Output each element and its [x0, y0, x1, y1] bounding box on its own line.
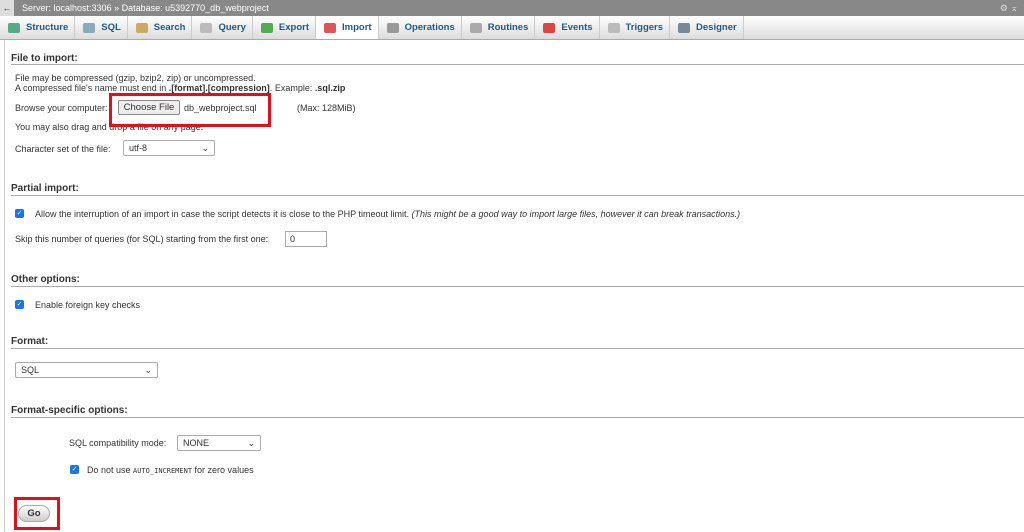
- tab-label: Structure: [26, 22, 69, 33]
- import-form: File to import: File may be compressed (…: [4, 40, 1024, 532]
- divider: [11, 348, 1024, 349]
- tab-label: SQL: [101, 22, 121, 33]
- tab-export[interactable]: Export: [253, 16, 317, 39]
- max-size: (Max: 128MiB): [297, 103, 356, 113]
- browse-label: Browse your computer:: [15, 103, 108, 113]
- tab-label: Operations: [404, 22, 455, 33]
- compression-note: File may be compressed (gzip, bzip2, zip…: [15, 73, 256, 83]
- tab-label: Triggers: [625, 22, 664, 33]
- chevron-down-icon: ⌄: [144, 365, 152, 375]
- structure-icon: [8, 22, 20, 33]
- tab-label: Designer: [696, 22, 737, 33]
- allow-interrupt-checkbox[interactable]: ✓: [15, 209, 24, 218]
- highlight-box: [109, 93, 271, 127]
- tab-sql[interactable]: SQL: [75, 16, 128, 39]
- compat-label: SQL compatibility mode:: [69, 438, 167, 448]
- skip-queries-input[interactable]: 0: [285, 231, 327, 247]
- tab-label: Events: [561, 22, 593, 33]
- breadcrumb-database[interactable]: Database: u5392770_db_webproject: [122, 3, 269, 13]
- auto-increment-label: Do not use AUTO_INCREMENT for zero value…: [87, 465, 254, 475]
- query-icon: [200, 22, 213, 33]
- charset-label: Character set of the file:: [15, 144, 111, 154]
- import-icon: [324, 22, 337, 33]
- breadcrumb-separator: »: [114, 3, 120, 13]
- highlight-box: [14, 497, 60, 530]
- tab-triggers[interactable]: Triggers: [600, 16, 671, 39]
- allow-interrupt-label: Allow the interruption of an import in c…: [35, 209, 741, 219]
- back-button[interactable]: ←: [0, 0, 14, 16]
- tab-import[interactable]: Import: [316, 16, 379, 39]
- export-icon: [260, 22, 273, 33]
- tab-structure[interactable]: Structure: [0, 16, 76, 39]
- breadcrumb: Server: localhost:3306 » Database: u5392…: [22, 0, 269, 16]
- breadcrumb-server[interactable]: Server: localhost:3306: [22, 3, 112, 13]
- foreign-key-checkbox[interactable]: ✓: [15, 300, 24, 309]
- section-title-other: Other options:: [11, 274, 80, 285]
- collapse-icon[interactable]: ⌅: [1010, 3, 1018, 13]
- tab-label: Routines: [487, 22, 529, 33]
- section-title-partial: Partial import:: [11, 183, 79, 194]
- operations-icon: [386, 22, 399, 33]
- section-title-file: File to import:: [11, 53, 78, 64]
- tab-query[interactable]: Query: [192, 16, 253, 39]
- compression-name-note: A compressed file's name must end in .[f…: [15, 83, 346, 93]
- gear-icon[interactable]: ⚙: [1000, 3, 1008, 13]
- skip-label: Skip this number of queries (for SQL) st…: [15, 234, 269, 244]
- tab-operations[interactable]: Operations: [379, 16, 462, 39]
- events-icon: [543, 22, 556, 33]
- sql-icon: [83, 22, 96, 33]
- triggers-icon: [607, 22, 620, 33]
- tab-label: Import: [342, 22, 372, 33]
- tab-designer[interactable]: Designer: [670, 16, 744, 39]
- tab-bar: Structure SQL Search Query Export Import Opera…: [0, 16, 1024, 40]
- chevron-down-icon: ⌄: [201, 143, 209, 153]
- topbar-controls: ⚙ ⌅: [1000, 0, 1018, 16]
- tab-search[interactable]: Search: [128, 16, 193, 39]
- format-select[interactable]: SQL ⌄: [15, 362, 158, 378]
- tab-label: Query: [218, 22, 246, 33]
- tab-label: Export: [278, 22, 310, 33]
- divider: [11, 286, 1024, 287]
- tab-label: Search: [153, 22, 186, 33]
- routines-icon: [469, 22, 482, 33]
- divider: [11, 64, 1024, 65]
- section-title-format: Format:: [11, 336, 49, 347]
- chevron-down-icon: ⌄: [247, 438, 255, 448]
- divider: [11, 195, 1024, 196]
- charset-select[interactable]: utf-8 ⌄: [123, 140, 215, 156]
- auto-increment-checkbox[interactable]: ✓: [70, 465, 79, 474]
- foreign-key-label: Enable foreign key checks: [35, 300, 141, 310]
- section-title-format-specific: Format-specific options:: [11, 405, 128, 416]
- divider: [11, 417, 1024, 418]
- compat-select[interactable]: NONE ⌄: [177, 435, 261, 451]
- search-icon: [135, 22, 148, 33]
- top-bar: ← Server: localhost:3306 » Database: u53…: [0, 0, 1024, 16]
- designer-icon: [678, 22, 691, 33]
- tab-events[interactable]: Events: [535, 16, 600, 39]
- tab-routines[interactable]: Routines: [462, 16, 536, 39]
